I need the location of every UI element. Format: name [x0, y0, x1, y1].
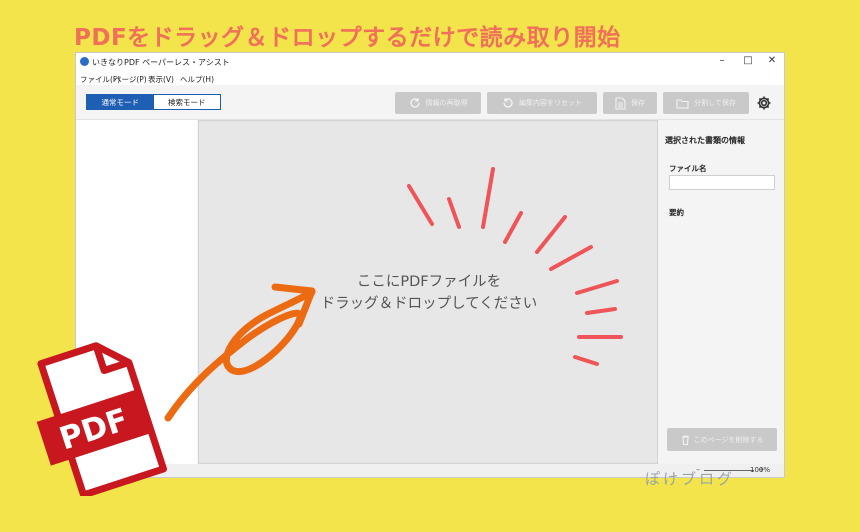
blog-logo: ぽけブログ: [645, 470, 736, 488]
pdf-file-icon: PDF: [36, 342, 167, 496]
